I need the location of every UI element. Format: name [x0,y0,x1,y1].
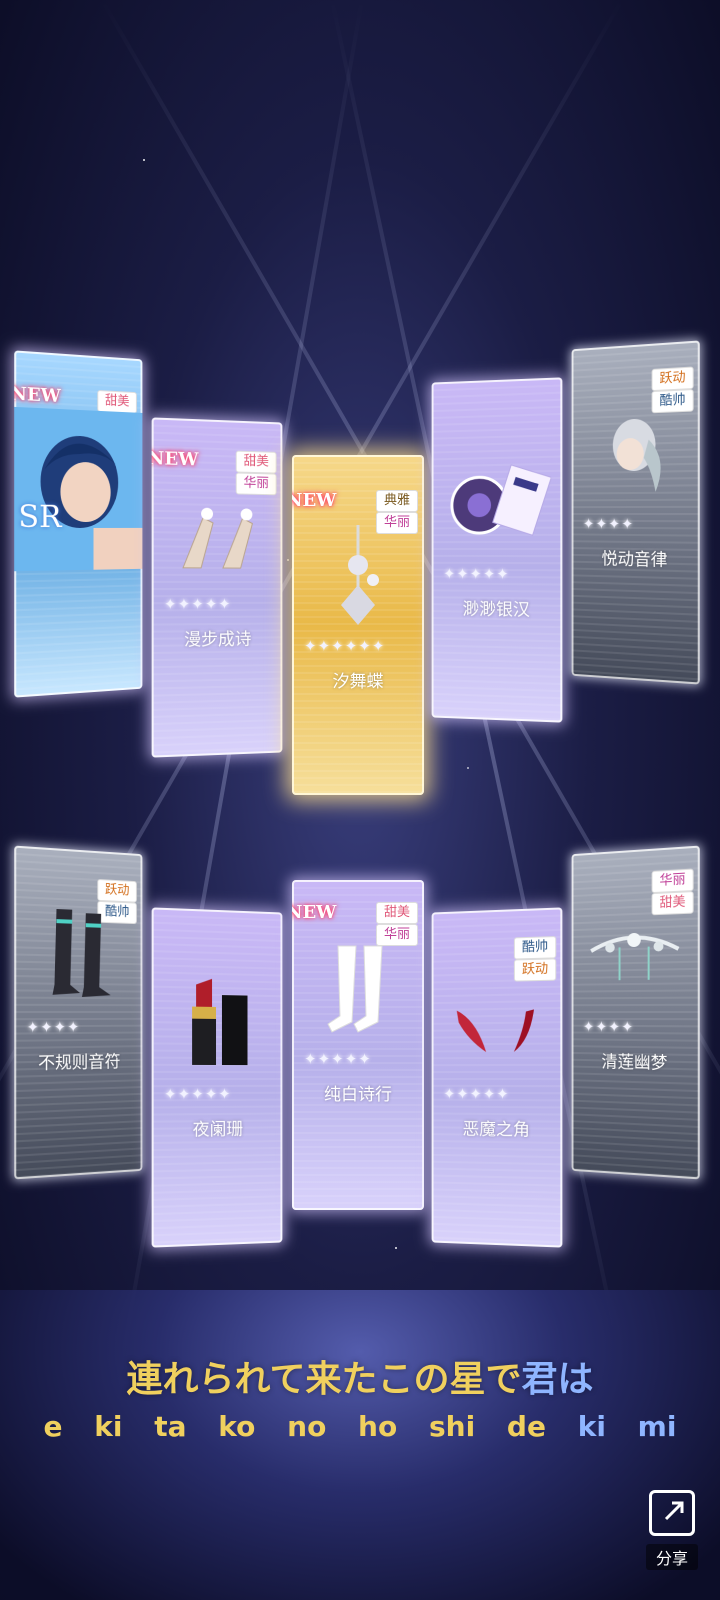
item-name: 纯白诗行 [324,1085,392,1105]
share-button[interactable]: 分享 [646,1490,698,1570]
lyric-highlight: 連れられて来たこの星で [126,1359,522,1400]
style-tag-luxury: 华丽 [651,868,694,894]
hairstyle-image [612,418,661,492]
style-tag-cool: 酷帅 [513,936,557,960]
new-badge: NEW [14,383,61,408]
style-tag-elegant: 典雅 [376,490,418,512]
star-rating: ✦✦✦✦ [26,1017,81,1037]
style-tag-sweet: 甜美 [376,902,418,924]
card-bottom-2[interactable]: ✦✦✦✦✦ 夜阑珊 [151,907,283,1248]
star-rating: ✦✦✦✦✦ [443,564,510,584]
item-name: 悦动音律 [601,549,668,571]
butterfly-accessory-image [341,525,379,625]
card-top-1[interactable]: NEW 甜美 SR [14,350,143,698]
rarity-label: SR [18,499,62,536]
star-rating: ✦✦✦✦✦ [304,1050,372,1068]
lyric-line-romaji: e ki ta ko no ho shi de ki mi [0,1410,720,1443]
share-label: 分享 [646,1544,698,1570]
item-name: 汐舞蝶 [332,672,384,692]
heels-item-image [173,507,262,578]
stage-floor [0,1290,720,1600]
share-icon [649,1490,695,1536]
romaji-highlight: e ki ta ko no ho shi de [43,1410,546,1443]
card-top-2[interactable]: NEW 甜美 华丽 ✦✦✦✦✦ 漫步成诗 [151,417,283,758]
card-bottom-1[interactable]: 跃动 酷帅 ✦✦✦✦ 不规则音符 [14,845,143,1180]
style-tag-active: 跃动 [513,958,557,982]
card-top-5[interactable]: 跃动 酷帅 ✦✦✦✦ 悦动音律 [571,340,700,685]
white-stockings-image [327,945,383,1033]
card-top-3[interactable]: NEW 典雅 华丽 ✦✦✦✦✦✦ 汐舞蝶 [292,455,424,795]
new-badge: NEW [151,447,199,471]
item-name: 夜阑珊 [192,1119,244,1141]
star-rating: ✦✦✦✦✦✦ [304,637,386,655]
item-name: 渺渺银汉 [462,599,530,621]
lyric-upcoming: 君は [521,1359,594,1400]
boots-image [52,908,111,998]
new-badge: NEW [292,490,337,511]
star-rating: ✦✦✦✦ [582,514,635,534]
item-name: 漫步成诗 [184,629,252,651]
star-rating: ✦✦✦✦ [582,1017,635,1037]
style-tag-sweet: 甜美 [235,450,277,474]
style-tag-sweet: 甜美 [651,891,694,916]
style-tag-active: 跃动 [97,878,137,903]
item-name: 清莲幽梦 [601,1052,668,1074]
devil-horns-image [456,1009,534,1053]
star-rating: ✦✦✦✦✦ [163,1084,232,1104]
card-top-4[interactable]: ✦✦✦✦✦ 渺渺银汉 [431,377,563,723]
style-tag-active: 跃动 [651,366,694,392]
romaji-upcoming: ki mi [577,1410,677,1443]
character-portrait [14,406,143,572]
card-bottom-5[interactable]: 华丽 甜美 ✦✦✦✦ 清莲幽梦 [571,845,700,1180]
lipstick-image [192,978,248,1066]
star-rating: ✦✦✦✦✦ [163,594,232,614]
new-badge: NEW [292,902,337,923]
card-bottom-3[interactable]: NEW 甜美 华丽 ✦✦✦✦✦ 纯白诗行 [292,880,424,1210]
lyric-line-japanese: 連れられて来たこの星で君は [0,1350,720,1402]
item-name: 恶魔之角 [462,1119,530,1141]
item-name: 不规则音符 [38,1052,121,1075]
headpiece-image [586,923,683,995]
star-rating: ✦✦✦✦✦ [443,1084,510,1104]
eye-contact-lens-image [442,459,552,540]
card-bottom-4[interactable]: 酷帅 跃动 ✦✦✦✦✦ 恶魔之角 [431,907,563,1248]
style-tag-luxury: 华丽 [235,472,277,496]
